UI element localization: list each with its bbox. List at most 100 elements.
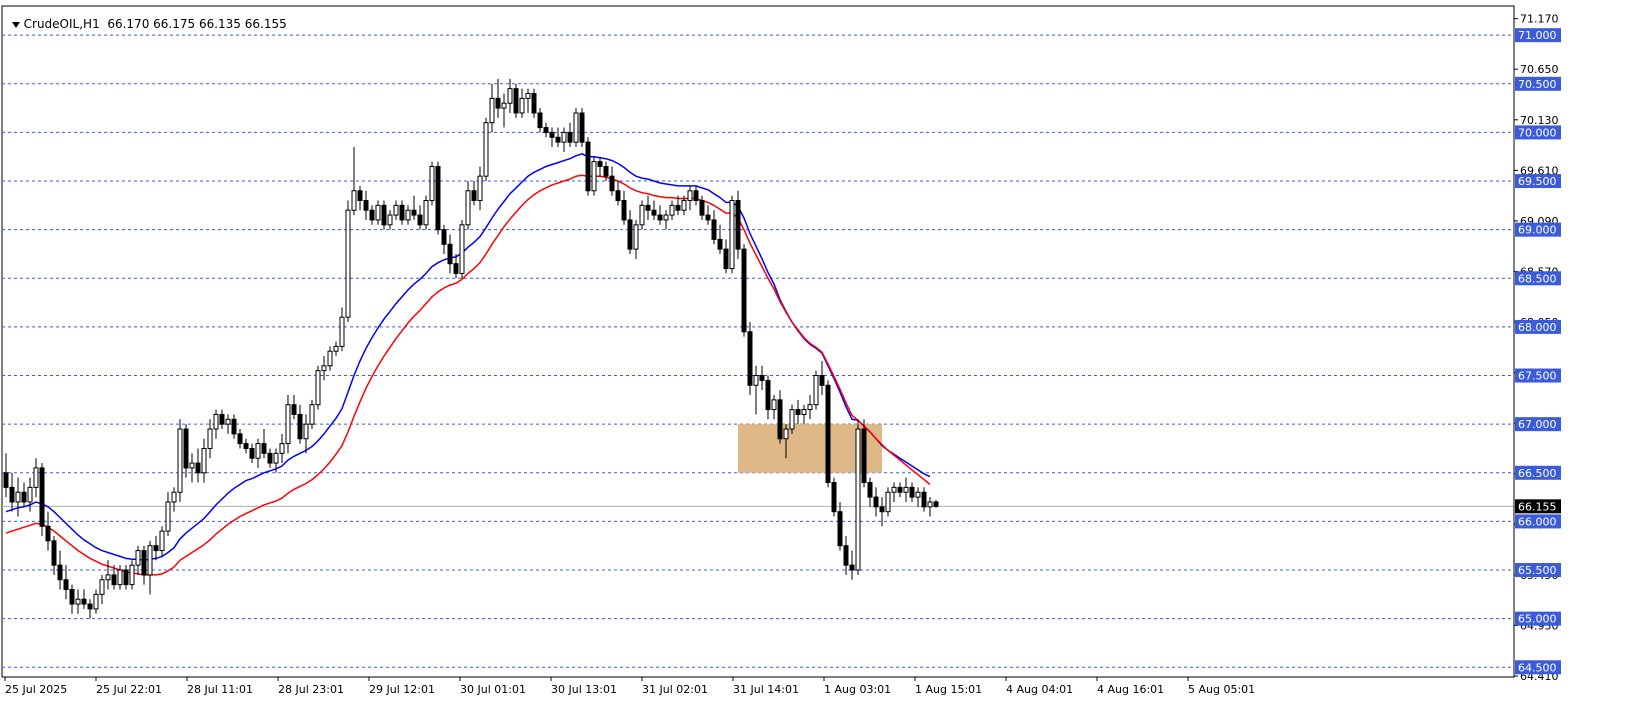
candle (825, 380, 831, 488)
candle-body-bull (771, 399, 777, 411)
level-label: 71.000 (1518, 29, 1557, 42)
time-axis-label: 28 Jul 11:01 (187, 683, 253, 696)
candle-body-bear (777, 399, 783, 440)
candle-body-bull (561, 131, 567, 143)
candle-body-bear (819, 375, 825, 386)
candle-body-bull (501, 102, 507, 109)
candle-body-bull (903, 486, 909, 493)
candle-body-bull (303, 423, 309, 440)
candle-body-bull (783, 428, 789, 440)
price-axis-label: 70.130 (1520, 114, 1559, 127)
candle-body-bull (255, 443, 261, 459)
candle-body-bull (105, 574, 111, 581)
level-label: 64.500 (1518, 661, 1557, 674)
candle-body-bull (489, 97, 495, 124)
candle-body-bear (51, 540, 57, 566)
candle-body-bear (249, 447, 255, 459)
candle-body-bear (261, 443, 267, 454)
candle-body-bear (615, 190, 621, 201)
candle-body-bull (753, 375, 759, 386)
candle-body-bull (339, 316, 345, 347)
candle (159, 526, 165, 556)
time-axis-label: 5 Aug 05:01 (1188, 683, 1255, 696)
candle-body-bull (27, 486, 33, 503)
candle-body-bear (705, 214, 711, 221)
time-axis-label: 30 Jul 13:01 (551, 683, 617, 696)
candle-body-bear (45, 525, 51, 542)
candle-body-bear (849, 564, 855, 571)
candle-body-bear (447, 243, 453, 265)
price-axis-label: 71.170 (1520, 13, 1559, 26)
candle-body-bear (441, 229, 447, 245)
candle (735, 190, 741, 259)
candle-body-bull (423, 199, 429, 226)
candle-body-bear (369, 209, 375, 221)
level-label: 70.000 (1518, 126, 1557, 139)
candle-body-bull (855, 428, 861, 571)
time-axis-label: 31 Jul 14:01 (733, 683, 799, 696)
candle-body-bear (645, 204, 651, 211)
candle-body-bull (681, 199, 687, 211)
candle-body-bear (711, 219, 717, 240)
candle-body-bull (663, 214, 669, 221)
candle-body-bear (111, 574, 117, 586)
candle-body-bear (543, 127, 549, 133)
candle (639, 200, 645, 230)
candle-body-bear (723, 248, 729, 270)
candle-body-bear (795, 409, 801, 415)
candle-body-bull (15, 491, 21, 503)
candle (741, 244, 747, 337)
candle-body-bull (927, 501, 933, 508)
candle-body-bear (579, 112, 585, 143)
level-label: 69.500 (1518, 175, 1557, 188)
candle-body-bull (669, 204, 675, 216)
candle-body-bull (633, 224, 639, 250)
candle-body-bear (567, 131, 573, 143)
candle-body-bull (915, 491, 921, 498)
candle-body-bear (861, 428, 867, 484)
collapse-triangle-icon[interactable] (11, 21, 20, 28)
time-axis-label: 29 Jul 12:01 (369, 683, 435, 696)
candle (591, 156, 597, 196)
candle (345, 200, 351, 323)
candle-body-bear (693, 190, 699, 201)
candle (39, 463, 45, 536)
candle-body-bear (363, 199, 369, 211)
level-label: 66.500 (1518, 467, 1557, 480)
time-axis-label: 31 Jul 02:01 (642, 683, 708, 696)
candle (483, 117, 489, 182)
candle-body-bull (333, 345, 339, 352)
last-price-tag: 66.155 (1518, 500, 1557, 513)
plot-frame (1, 5, 1515, 678)
candle (459, 219, 465, 279)
candle (813, 370, 819, 410)
candle-body-bear (183, 428, 189, 469)
candle-body-bull (93, 593, 99, 610)
level-label: 66.000 (1518, 515, 1557, 528)
price-axis-group: 71.17070.65070.13069.61069.09068.57068.0… (1513, 6, 1559, 683)
candle-body-bear (747, 331, 753, 386)
candle-body-bull (813, 375, 819, 406)
level-label: 65.000 (1518, 613, 1557, 626)
candle-body-bear (381, 204, 387, 226)
candle-body-bear (297, 413, 303, 440)
candle-body-bull (273, 452, 279, 464)
candle-body-bull (519, 97, 525, 114)
candle-body-bear (87, 603, 93, 610)
time-axis-label: 25 Jul 22:01 (96, 683, 162, 696)
candle-body-bear (609, 175, 615, 192)
candle-body-bear (897, 486, 903, 493)
candle-body-bull (459, 224, 465, 274)
candle-body-bear (141, 550, 147, 576)
candle-body-bull (159, 530, 165, 552)
time-axis-label: 4 Aug 16:01 (1097, 683, 1164, 696)
candle-body-bear (513, 88, 519, 114)
candle-body-bear (651, 209, 657, 216)
candle-body-bear (39, 467, 45, 527)
candle-body-bear (123, 569, 129, 586)
time-axis-label: 4 Aug 04:01 (1006, 683, 1073, 696)
candle-body-bull (885, 491, 891, 513)
candle (429, 161, 435, 206)
candle-body-bear (843, 545, 849, 566)
candle-body-bear (759, 375, 765, 381)
